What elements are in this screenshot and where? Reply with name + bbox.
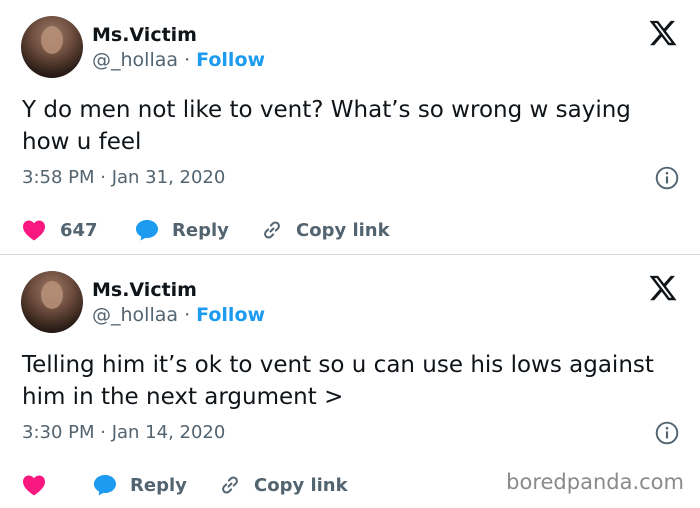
tweet-text: Y do men not like to vent? What’s so wro… bbox=[22, 97, 631, 155]
tweet-card: Ms.Victim @_hollaa · Follow Y do men not… bbox=[0, 0, 700, 254]
reply-button[interactable]: Reply bbox=[134, 218, 260, 242]
avatar[interactable] bbox=[21, 16, 83, 78]
author-name[interactable]: Ms.Victim bbox=[92, 279, 197, 301]
reply-label: Reply bbox=[130, 474, 187, 496]
separator-dot: · bbox=[184, 49, 191, 71]
separator-dot: · bbox=[184, 304, 191, 326]
timestamp[interactable]: 3:58 PM · Jan 31, 2020 bbox=[22, 167, 225, 188]
action-bar: 647 Reply Copy link bbox=[22, 216, 390, 244]
like-count: 647 bbox=[60, 219, 98, 241]
link-icon bbox=[222, 476, 238, 494]
author-handle-line: @_hollaa · Follow bbox=[92, 304, 265, 326]
x-logo-icon[interactable] bbox=[648, 18, 678, 48]
copy-link-button[interactable]: Copy link bbox=[260, 218, 390, 242]
like-button[interactable] bbox=[22, 474, 92, 496]
author-name[interactable]: Ms.Victim bbox=[92, 24, 197, 46]
action-bar: Reply Copy link bbox=[22, 471, 348, 499]
follow-button[interactable]: Follow bbox=[196, 304, 265, 326]
copy-link-label: Copy link bbox=[296, 219, 390, 241]
heart-icon bbox=[23, 475, 45, 496]
reply-button[interactable]: Reply bbox=[92, 473, 218, 497]
link-icon bbox=[264, 221, 280, 239]
author-handle[interactable]: @_hollaa bbox=[92, 304, 178, 326]
copy-link-button[interactable]: Copy link bbox=[218, 473, 348, 497]
author-handle-line: @_hollaa · Follow bbox=[92, 49, 265, 71]
heart-icon bbox=[23, 220, 45, 241]
tweet-text: Telling him it’s ok to vent so u can use… bbox=[22, 352, 654, 410]
info-icon[interactable] bbox=[654, 420, 680, 446]
avatar[interactable] bbox=[21, 271, 83, 333]
watermark: boredpanda.com bbox=[506, 470, 684, 494]
copy-link-label: Copy link bbox=[254, 474, 348, 496]
timestamp[interactable]: 3:30 PM · Jan 14, 2020 bbox=[22, 422, 225, 443]
author-handle[interactable]: @_hollaa bbox=[92, 49, 178, 71]
follow-button[interactable]: Follow bbox=[196, 49, 265, 71]
chat-bubble-icon bbox=[136, 220, 158, 241]
chat-bubble-icon bbox=[94, 475, 116, 496]
reply-label: Reply bbox=[172, 219, 229, 241]
like-button[interactable]: 647 bbox=[22, 219, 134, 241]
x-logo-icon[interactable] bbox=[648, 273, 678, 303]
info-icon[interactable] bbox=[654, 165, 680, 191]
